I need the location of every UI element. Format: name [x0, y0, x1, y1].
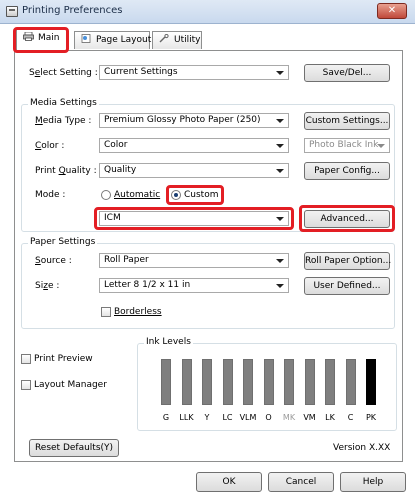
mode-label: Mode :: [35, 190, 66, 200]
print-quality-dropdown[interactable]: Quality: [99, 163, 289, 178]
tab-utility-label: Utility: [174, 35, 201, 45]
tab-strip: Main Page Layout Utility: [14, 27, 404, 51]
borderless-checkbox[interactable]: [101, 307, 111, 317]
printer-icon: [23, 31, 34, 41]
mode-custom-radio[interactable]: [171, 190, 181, 200]
ink-label-c: C: [347, 413, 354, 422]
color-dropdown[interactable]: Color: [99, 138, 289, 153]
chevron-down-icon: [276, 144, 284, 148]
ink-label-y: Y: [204, 413, 210, 422]
printer-app-icon: [6, 6, 18, 17]
main-tab-panel: Select Setting : Current Settings Save/D…: [14, 50, 403, 462]
size-value: Letter 8 1/2 x 11 in: [104, 280, 191, 290]
title-bar: Printing Preferences ✕: [0, 0, 415, 24]
close-button[interactable]: ✕: [377, 3, 407, 19]
ink-label-pk: PK: [365, 413, 377, 422]
tab-utility[interactable]: Utility: [152, 31, 202, 49]
ink-label-vlm: VLM: [239, 413, 257, 422]
media-type-dropdown[interactable]: Premium Glossy Photo Paper (250): [99, 113, 289, 128]
select-setting-label: Select Setting :: [29, 68, 98, 78]
advanced-button[interactable]: Advanced...: [304, 210, 390, 228]
ink-bar-vlm: [243, 359, 253, 405]
chevron-down-icon: [276, 169, 284, 173]
mode-automatic-label: Automatic: [114, 190, 161, 200]
borderless-label: Borderless: [114, 307, 162, 317]
ink-label-o: O: [265, 413, 272, 422]
tab-page-layout[interactable]: Page Layout: [74, 31, 152, 49]
mode-custom-label: Custom: [184, 190, 219, 200]
layout-manager-label: Layout Manager: [34, 380, 107, 390]
mode-automatic-radio[interactable]: [101, 190, 111, 200]
ink-bar-c: [345, 359, 356, 405]
select-setting-value: Current Settings: [104, 67, 178, 77]
mode-custom-dropdown[interactable]: ICM: [99, 211, 289, 226]
size-label: Size :: [35, 281, 60, 291]
window-title: Printing Preferences: [22, 5, 123, 16]
ink-bar-g: [161, 359, 171, 405]
chevron-down-icon: [276, 217, 284, 221]
ink-label-g: G: [162, 413, 170, 422]
source-dropdown[interactable]: Roll Paper: [99, 253, 289, 268]
printing-preferences-window: Printing Preferences ✕ Main Page Layout …: [0, 0, 415, 501]
reset-defaults-button[interactable]: Reset Defaults(Y): [29, 439, 119, 457]
cancel-button[interactable]: Cancel: [268, 472, 334, 492]
print-preview-checkbox[interactable]: [21, 354, 31, 364]
media-type-value: Premium Glossy Photo Paper (250): [104, 115, 261, 125]
color-label: Color :: [35, 141, 65, 151]
ink-levels-chart: G LLK Y LC VLM O MK VM LK C PK: [137, 343, 397, 431]
source-label: Source :: [35, 256, 72, 266]
chevron-down-icon: [276, 259, 284, 263]
ink-label-vm: VM: [303, 413, 316, 422]
chevron-down-icon: [276, 71, 284, 75]
ink-bar-pk: [366, 359, 376, 405]
mode-custom-value: ICM: [104, 213, 121, 223]
ink-label-mk: MK: [282, 413, 296, 422]
ink-bar-mk: [284, 359, 294, 405]
size-dropdown[interactable]: Letter 8 1/2 x 11 in: [99, 278, 289, 293]
media-type-label: Media Type :: [35, 116, 92, 126]
layout-manager-checkbox[interactable]: [21, 380, 31, 390]
wrench-icon: [159, 33, 170, 43]
roll-paper-option-button[interactable]: Roll Paper Option...: [304, 252, 391, 270]
chevron-down-icon: [276, 284, 284, 288]
select-setting-dropdown[interactable]: Current Settings: [99, 65, 289, 80]
ink-bar-o: [263, 359, 274, 405]
ink-bar-vm: [304, 359, 315, 405]
print-preview-label: Print Preview: [34, 354, 93, 364]
ink-bar-y: [202, 359, 212, 405]
user-defined-button[interactable]: User Defined...: [304, 277, 390, 295]
page-layout-icon: [81, 34, 92, 43]
ink-label-llk: LLK: [179, 413, 194, 422]
tab-main-label: Main: [38, 33, 60, 43]
ink-label-lk: LK: [325, 413, 335, 422]
chevron-down-icon: [377, 144, 385, 148]
tab-main[interactable]: Main: [16, 29, 68, 51]
ink-bar-lk: [325, 359, 335, 405]
chevron-down-icon: [276, 119, 284, 123]
ink-bar-lc: [222, 359, 233, 405]
print-quality-value: Quality: [104, 165, 137, 175]
ink-label-lc: LC: [222, 413, 233, 422]
media-settings-title: Media Settings: [28, 98, 99, 108]
tab-page-layout-label: Page Layout: [96, 35, 152, 45]
version-text: Version X.XX: [333, 443, 391, 453]
color-value: Color: [104, 140, 128, 150]
paper-config-button[interactable]: Paper Config...: [304, 162, 390, 180]
save-del-button[interactable]: Save/Del...: [304, 64, 390, 82]
ok-button[interactable]: OK: [196, 472, 262, 492]
ink-bar-llk: [181, 359, 192, 405]
photo-black-ink-dropdown: Photo Black Ink: [304, 138, 390, 153]
help-button[interactable]: Help: [340, 472, 406, 492]
paper-settings-title: Paper Settings: [28, 237, 98, 247]
source-value: Roll Paper: [104, 255, 149, 265]
custom-settings-button[interactable]: Custom Settings...: [304, 112, 390, 130]
print-quality-label: Print Quality :: [35, 166, 97, 176]
photo-black-ink-value: Photo Black Ink: [309, 140, 379, 150]
